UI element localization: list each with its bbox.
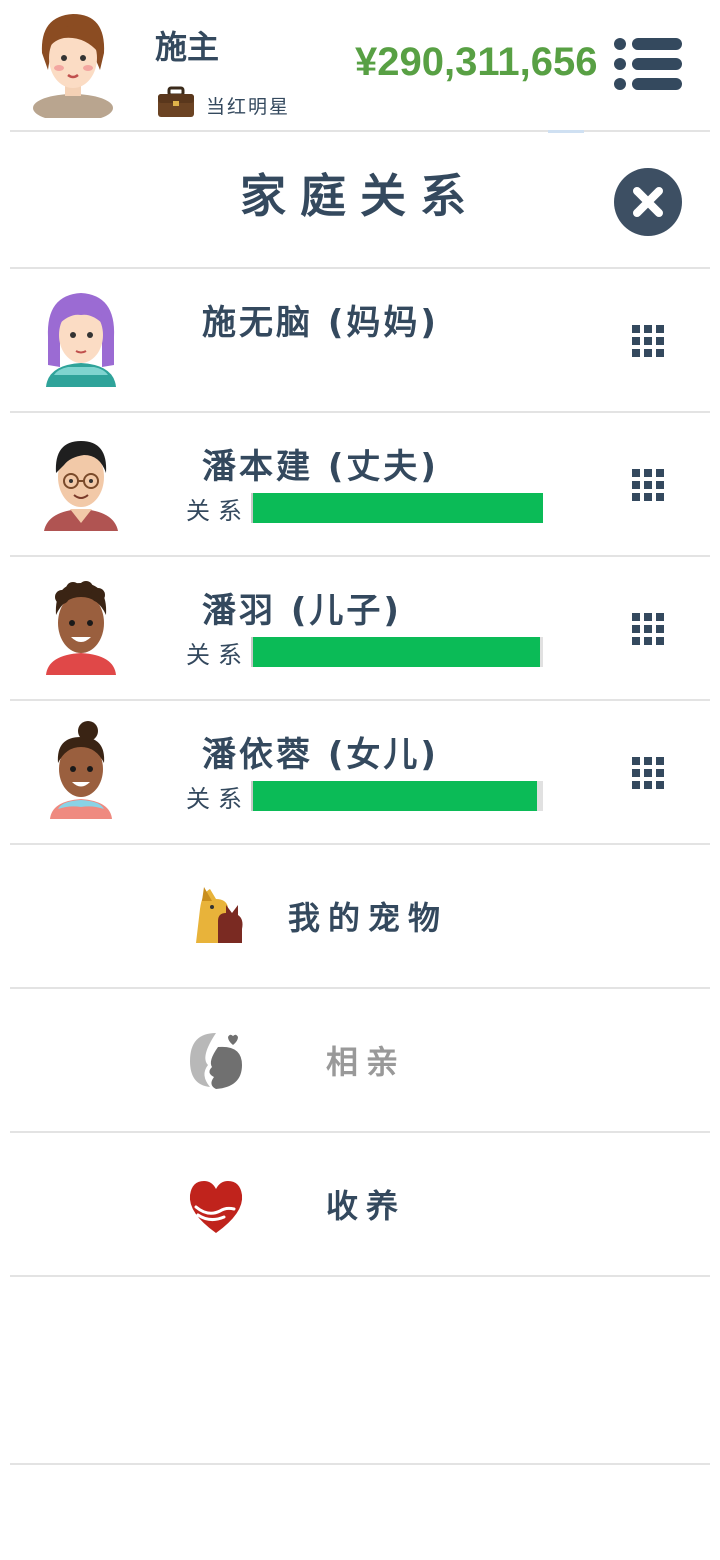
bun-hair-girl-avatar <box>50 721 112 819</box>
glasses-man-avatar <box>44 441 118 531</box>
scroll-indicator <box>548 130 584 133</box>
briefcase-icon <box>158 86 194 117</box>
relationship-label: 关系 <box>186 641 250 669</box>
family-member-row[interactable]: 施无脑 (妈妈) <box>10 269 710 411</box>
bottom-divider <box>10 1463 710 1465</box>
money-balance: ¥290,311,656 <box>355 40 598 84</box>
my-pets-label: 我的宠物 <box>288 899 449 937</box>
family-member-name: 施无脑 (妈妈) <box>202 303 439 343</box>
relationship-bar-fill <box>253 637 541 667</box>
relationship-bar-fill <box>253 781 538 811</box>
page-title: 家庭关系 <box>240 169 480 223</box>
player-avatar[interactable] <box>28 8 118 118</box>
curly-hair-boy-avatar <box>46 581 116 675</box>
pets-icon <box>196 887 243 943</box>
adoption-label: 收养 <box>326 1187 407 1225</box>
adoption-button[interactable]: 收养 <box>10 1133 710 1275</box>
grid-menu-icon[interactable] <box>630 611 666 647</box>
relationship-bar <box>251 637 543 667</box>
relationship-bar <box>251 493 543 523</box>
dating-icon <box>190 1033 242 1089</box>
family-member-name: 潘本建 (丈夫) <box>202 447 439 487</box>
grid-menu-icon[interactable] <box>630 467 666 503</box>
grid-menu-icon[interactable] <box>630 323 666 359</box>
family-member-row[interactable]: 潘本建 (丈夫) 关系 <box>10 413 710 555</box>
family-member-name: 潘羽 (儿子) <box>202 591 402 631</box>
my-pets-button[interactable]: 我的宠物 <box>10 845 710 987</box>
dating-button: 相亲 <box>10 989 710 1131</box>
family-member-row[interactable]: 潘羽 (儿子) 关系 <box>10 557 710 699</box>
menu-list-icon[interactable] <box>612 36 684 92</box>
purple-hair-woman-avatar <box>46 293 116 387</box>
row-divider <box>10 1275 710 1277</box>
relationship-label: 关系 <box>186 497 250 525</box>
job-title: 当红明星 <box>206 96 291 118</box>
player-name: 施主 <box>155 28 220 66</box>
header-divider <box>10 130 710 132</box>
relationship-bar <box>251 781 543 811</box>
player-header: 施主 当红明星 ¥290,311,656 <box>0 0 720 130</box>
family-member-row[interactable]: 潘依蓉 (女儿) 关系 <box>10 701 710 843</box>
close-button[interactable] <box>614 168 682 236</box>
dating-label: 相亲 <box>326 1043 407 1081</box>
relationship-label: 关系 <box>186 785 250 813</box>
family-member-name: 潘依蓉 (女儿) <box>202 735 439 775</box>
relationship-bar-fill <box>253 493 543 523</box>
grid-menu-icon[interactable] <box>630 755 666 791</box>
adoption-heart-icon <box>189 1181 243 1233</box>
